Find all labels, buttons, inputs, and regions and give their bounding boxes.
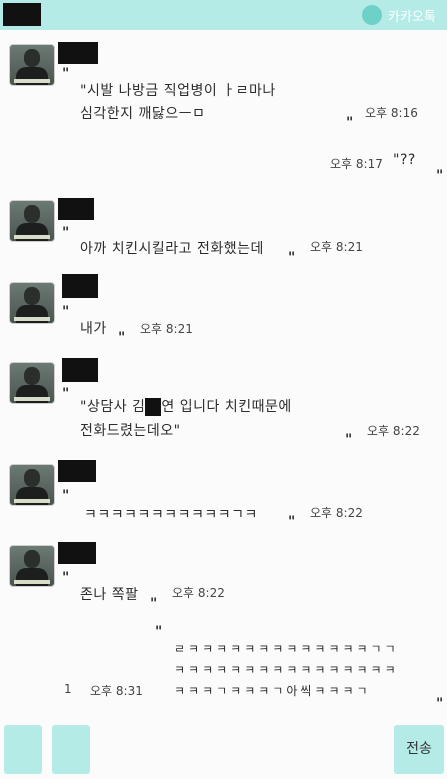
- kakaotalk-logo-icon: [362, 5, 382, 25]
- message-text: 존나 쪽팔: [80, 587, 139, 603]
- unread-count: 1: [64, 682, 72, 696]
- avatar[interactable]: [9, 44, 55, 86]
- message-time: 오후 8:22: [310, 506, 363, 520]
- message-time: 오후 8:31: [90, 684, 143, 698]
- message-text: 아까 치킨시킬라고 전화했는데: [80, 241, 264, 257]
- message-text: "시발 나방금 직업병이 ㅏㄹ마나: [80, 83, 276, 99]
- message-text: 심각한지 깨닳으ㅡㅁ: [80, 106, 206, 122]
- message-text: ㅋㅋㅋㅋㅋㅋㅋㅋㅋㅋㅋㄱㅋ: [84, 507, 258, 523]
- message-time: 오후 8:22: [367, 424, 420, 438]
- redacted-sender-name: [58, 198, 94, 220]
- message-text: "??: [393, 152, 416, 168]
- avatar[interactable]: [9, 545, 55, 587]
- message-text: 연 입니다 치킨때문에: [161, 399, 292, 415]
- redacted-name: [145, 398, 162, 416]
- redacted-sender-name: [58, 542, 96, 564]
- message-time: 오후 8:21: [310, 240, 363, 254]
- avatar[interactable]: [9, 464, 55, 506]
- redacted-sender-name: [62, 274, 98, 298]
- emoticon-button[interactable]: [52, 725, 90, 774]
- avatar[interactable]: [9, 282, 55, 324]
- redacted-chat-title: [3, 3, 41, 26]
- message-text: ㅋㅋㅋㅋㅋㅋㅋㅋㅋㅋㅋㅋㅋㅋㅋㅋ: [174, 663, 399, 677]
- send-button[interactable]: 전송: [394, 725, 444, 774]
- avatar[interactable]: [9, 362, 55, 404]
- app-name: 카카오톡: [388, 10, 436, 25]
- message-time: 오후 8:16: [365, 106, 418, 120]
- attach-button[interactable]: [4, 725, 42, 774]
- avatar[interactable]: [9, 200, 55, 242]
- message-text: "상담사 김: [80, 399, 146, 415]
- message-time: 오후 8:22: [172, 586, 225, 600]
- message-text: ㅋㅋㅋㄱㅋㅋㅋㄱ아씩ㅋㅋㅋㄱ: [174, 684, 371, 698]
- message-time: 오후 8:17: [330, 157, 383, 171]
- redacted-sender-name: [62, 358, 98, 382]
- message-text: ㄹㅋㅋㅋㅋㅋㅋㅋㅋㅋㅋㅋㅋㅋㄱㄱ: [174, 642, 399, 656]
- message-text: 내가: [80, 321, 107, 337]
- message-text: 전화드렸는데오": [80, 423, 181, 439]
- redacted-sender-name: [58, 42, 98, 64]
- message-time: 오후 8:21: [140, 322, 193, 336]
- redacted-sender-name: [58, 460, 96, 482]
